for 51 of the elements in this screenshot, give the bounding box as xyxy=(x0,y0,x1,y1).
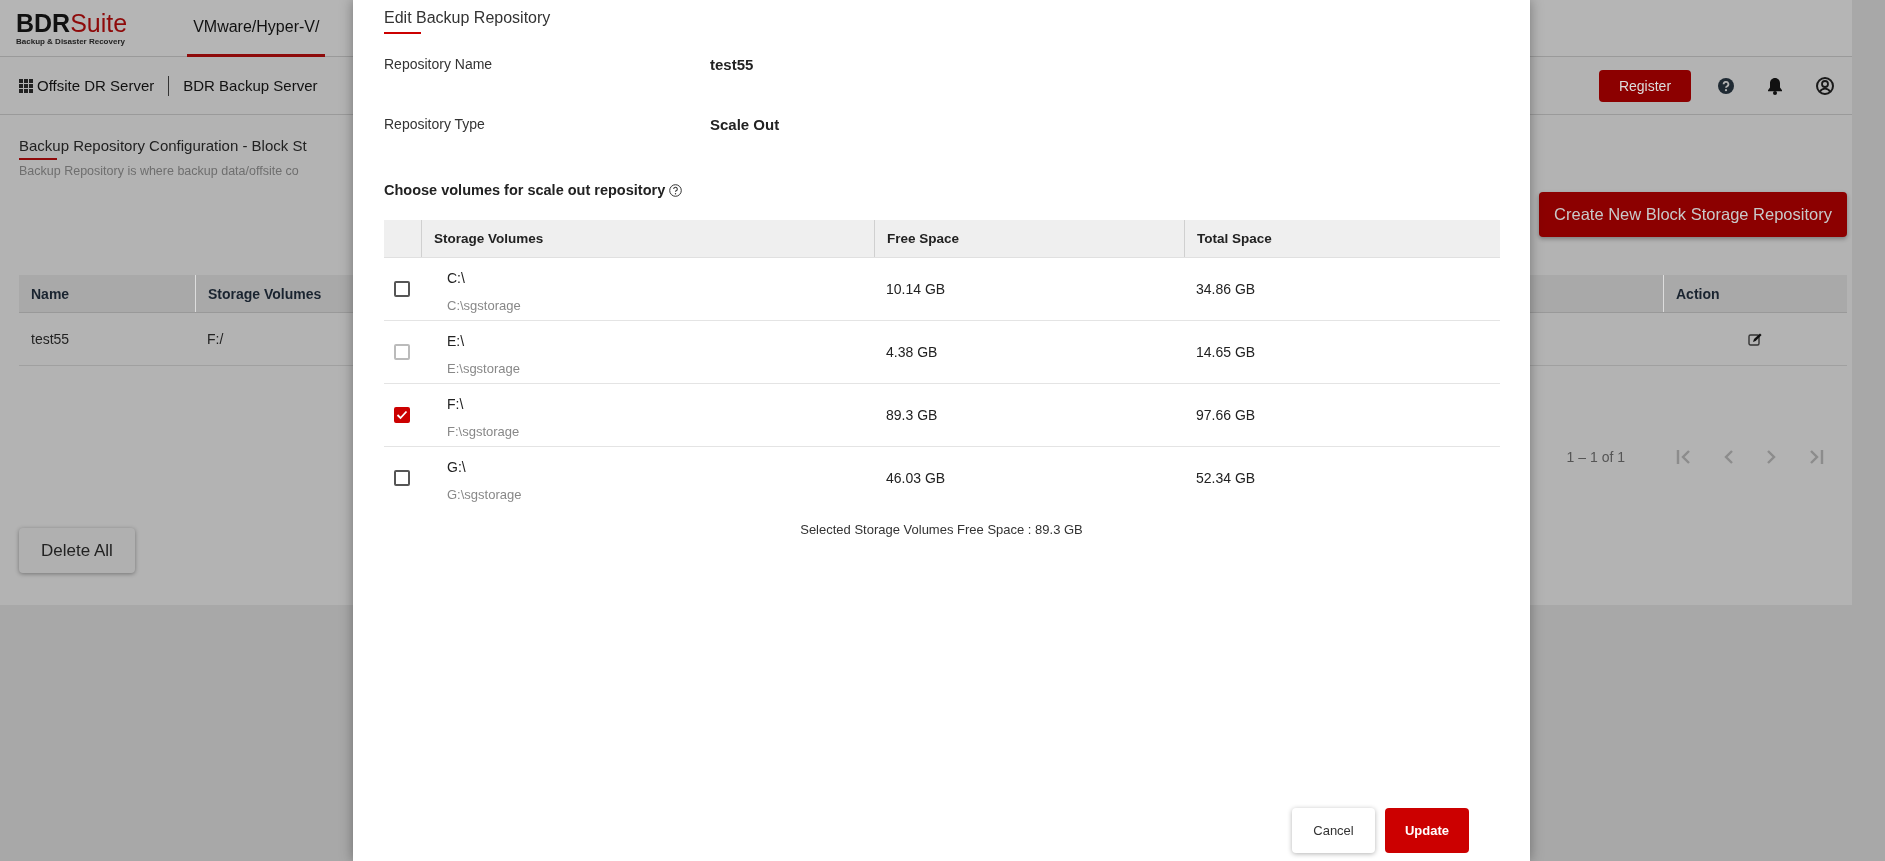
section-heading: Choose volumes for scale out repository xyxy=(384,182,666,198)
free-space-summary: Selected Storage Volumes Free Space : 89.3 GB xyxy=(799,522,1084,537)
table-cell-text: test55 xyxy=(30,330,71,349)
column-header: Storage Volumes xyxy=(195,275,345,312)
checkbox[interactable] xyxy=(394,281,410,297)
help-icon[interactable] xyxy=(1718,77,1734,94)
field-value: Scale Out xyxy=(710,115,780,133)
bdrsuite-logo: BDRSuite Backup & Disaster Recovery xyxy=(15,8,128,46)
nav-tab[interactable]: VMware/Hyper-V/ xyxy=(187,0,326,57)
field-value: test55 xyxy=(710,55,754,73)
column-header: Name xyxy=(30,284,71,304)
create-repository-button[interactable]: Create New Block Storage Repository xyxy=(1539,192,1847,237)
column-header: Storage Volumes xyxy=(421,220,874,257)
table-cell-text: 14.65 GB xyxy=(1195,343,1257,362)
volume-path: G:\sgstorage xyxy=(447,486,522,502)
volume-path: C:\sgstorage xyxy=(447,297,521,313)
table-cell-text: 34.86 GB xyxy=(1195,280,1257,299)
volume-path: F:\sgstorage xyxy=(447,423,520,439)
column-header: Total Space xyxy=(1184,220,1500,257)
help-icon[interactable] xyxy=(669,183,683,197)
checkbox[interactable] xyxy=(394,407,410,423)
breadcrumb-item[interactable]: BDR Backup Server xyxy=(183,77,318,94)
pagination-range: 1 – 1 of 1 xyxy=(1566,449,1625,465)
breadcrumb-item[interactable]: Offsite DR Server xyxy=(37,77,155,94)
volume-name: G:\ xyxy=(447,458,466,475)
table-cell-text: 52.34 GB xyxy=(1195,469,1257,488)
cancel-button[interactable]: Cancel xyxy=(1292,808,1375,853)
update-button[interactable]: Update xyxy=(1385,808,1469,853)
grid-icon[interactable] xyxy=(19,78,33,93)
table-cell-text: 46.03 GB xyxy=(885,469,947,488)
column-header: Free Space xyxy=(874,220,1184,257)
page-description: Backup Repository is where backup data/offsite co xyxy=(19,164,300,178)
volume-name: C:\ xyxy=(447,269,465,286)
edit-icon[interactable] xyxy=(1748,332,1762,346)
volume-name: F:\ xyxy=(447,395,464,412)
delete-all-button[interactable]: Delete All xyxy=(19,528,135,573)
volume-name: E:\ xyxy=(447,332,465,349)
register-button[interactable]: Register xyxy=(1599,69,1691,102)
checkbox[interactable] xyxy=(394,470,410,486)
user-icon[interactable] xyxy=(1816,76,1834,95)
table-cell-text: 97.66 GB xyxy=(1195,406,1257,425)
table-cell-text: 10.14 GB xyxy=(885,280,947,299)
table-cell-text: 4.38 GB xyxy=(885,343,939,362)
dialog-title: Edit Backup Repository xyxy=(384,9,551,34)
column-header: Action xyxy=(1663,275,1847,312)
volume-path: E:\sgstorage xyxy=(447,360,520,376)
bell-icon[interactable] xyxy=(1767,76,1783,95)
table-cell-text: F:/ xyxy=(206,330,225,349)
field-label: Repository Type xyxy=(384,116,486,132)
table-cell-text: 89.3 GB xyxy=(885,406,939,425)
field-label: Repository Name xyxy=(384,56,494,72)
